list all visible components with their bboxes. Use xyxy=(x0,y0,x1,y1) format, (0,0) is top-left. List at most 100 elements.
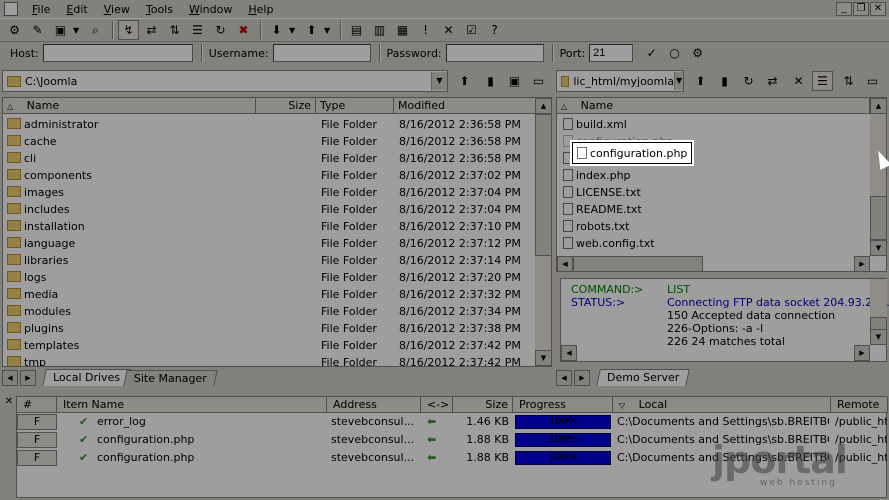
new-connection-icon[interactable]: ▣ xyxy=(50,20,71,40)
sync-icon[interactable]: ⇅ xyxy=(838,71,859,91)
list-item[interactable]: build.xml xyxy=(563,116,627,133)
remote-file-list[interactable]: △ Name build.xml configuration.php index.p… xyxy=(556,97,887,272)
table-row[interactable]: installation File Folder 8/16/2012 2:37:10… xyxy=(7,218,533,235)
list-item[interactable]: index.php xyxy=(563,167,631,184)
host-input[interactable] xyxy=(42,44,193,62)
remote-path-combo[interactable]: lic_html/myjoomla ▼ xyxy=(556,70,684,92)
password-input[interactable] xyxy=(445,44,544,62)
scroll-down-button[interactable]: ▼ xyxy=(535,350,551,366)
disconnect-icon[interactable]: ○ xyxy=(664,43,685,63)
download-icon[interactable]: ⬇ xyxy=(266,20,287,40)
local-path-combo[interactable]: C:\Joomla ▼ xyxy=(2,70,448,92)
up-folder-icon[interactable]: ⬆ xyxy=(690,71,711,91)
sync-icon[interactable]: ⇅ xyxy=(164,20,185,40)
queue-flag[interactable]: F xyxy=(17,450,57,466)
scroll-down-button[interactable]: ▼ xyxy=(870,329,887,345)
list-item[interactable]: README.txt xyxy=(563,201,642,218)
help-icon[interactable]: ? xyxy=(484,20,505,40)
queue-column-local[interactable]: ▽ Local xyxy=(613,397,831,413)
search-icon[interactable]: ⌕ xyxy=(85,20,106,40)
close-icon[interactable]: ✕ xyxy=(788,71,809,91)
hscroll-thumb[interactable] xyxy=(573,256,703,271)
table-row[interactable]: logs File Folder 8/16/2012 2:37:20 PM xyxy=(7,269,533,286)
scroll-up-button[interactable]: ▲ xyxy=(535,98,551,114)
chevron-down-icon[interactable]: ▼ xyxy=(324,26,332,35)
menu-help[interactable]: Help xyxy=(240,3,281,16)
menu-edit[interactable]: Edit xyxy=(58,3,95,16)
log-scrollbar[interactable]: ▼ xyxy=(870,279,887,345)
column-modified[interactable]: Modified xyxy=(394,98,536,114)
table-row[interactable]: components File Folder 8/16/2012 2:37:02 P… xyxy=(7,167,533,184)
settings-icon[interactable]: ⚙ xyxy=(687,43,708,63)
local-scrollbar[interactable]: ▲ ▼ xyxy=(535,98,551,366)
open-folder-icon[interactable]: ▭ xyxy=(528,71,549,91)
tab-demo-server[interactable]: Demo Server xyxy=(596,369,691,386)
delete-icon[interactable]: ▮ xyxy=(480,71,501,91)
table-row[interactable]: images File Folder 8/16/2012 2:37:04 PM xyxy=(7,184,533,201)
tab-scroll-right[interactable]: ▶ xyxy=(20,370,36,386)
table-row[interactable]: media File Folder 8/16/2012 2:37:32 PM xyxy=(7,286,533,303)
scroll-left-button[interactable]: ◀ xyxy=(557,256,573,271)
queue-icon[interactable]: ☰ xyxy=(187,20,208,40)
username-input[interactable] xyxy=(272,44,371,62)
tab-scroll-left[interactable]: ◀ xyxy=(556,370,572,386)
list-item[interactable]: robots.txt xyxy=(563,218,629,235)
queue-column-direction[interactable]: <-> xyxy=(421,397,453,413)
chevron-down-icon[interactable]: ▼ xyxy=(289,26,297,35)
list-item[interactable]: LICENSE.txt xyxy=(563,184,641,201)
column-size[interactable]: Size xyxy=(256,98,316,114)
upload-icon[interactable]: ⬆ xyxy=(301,20,322,40)
scroll-thumb[interactable] xyxy=(870,196,886,240)
scroll-down-button[interactable]: ▼ xyxy=(870,240,886,256)
tab-site-manager[interactable]: Site Manager xyxy=(123,370,218,386)
minimize-button[interactable]: _ xyxy=(836,2,852,16)
scroll-thumb[interactable] xyxy=(535,114,551,256)
column-name[interactable]: △ Name xyxy=(3,98,256,114)
edit-icon[interactable]: ▥ xyxy=(369,20,390,40)
open-folder-icon[interactable]: ▭ xyxy=(862,71,883,91)
properties-icon[interactable]: ☑ xyxy=(461,20,482,40)
scroll-up-button[interactable]: ▲ xyxy=(870,98,886,114)
menu-view[interactable]: View xyxy=(96,3,138,16)
queue-flag[interactable]: F xyxy=(17,414,57,430)
menu-window[interactable]: Window xyxy=(181,3,240,16)
table-row[interactable]: plugins File Folder 8/16/2012 2:37:38 PM xyxy=(7,320,533,337)
table-row[interactable]: administrator File Folder 8/16/2012 2:36:5… xyxy=(7,116,533,133)
queue-column-size[interactable]: Size xyxy=(453,397,513,413)
table-row[interactable]: modules File Folder 8/16/2012 2:37:34 PM xyxy=(7,303,533,320)
scroll-left-button[interactable]: ◀ xyxy=(561,345,577,361)
chevron-down-icon[interactable]: ▼ xyxy=(674,72,683,90)
disconnect-icon[interactable]: ↯ xyxy=(118,20,139,40)
delete-icon[interactable]: ▮ xyxy=(714,71,735,91)
tab-local-drives[interactable]: Local Drives xyxy=(42,369,131,386)
queue-column-number[interactable]: # xyxy=(17,397,57,413)
delete-icon[interactable]: ✕ xyxy=(438,20,459,40)
scroll-right-button[interactable]: ▶ xyxy=(854,345,870,361)
tab-scroll-right[interactable]: ▶ xyxy=(574,370,590,386)
table-row[interactable]: cli File Folder 8/16/2012 2:36:58 PM xyxy=(7,150,533,167)
menu-tools[interactable]: Tools xyxy=(138,3,181,16)
table-row[interactable]: language File Folder 8/16/2012 2:37:12 PM xyxy=(7,235,533,252)
close-window-button[interactable]: ✕ xyxy=(870,2,886,16)
table-row[interactable]: tmp File Folder 8/16/2012 2:37:42 PM xyxy=(7,354,533,366)
remote-scrollbar[interactable]: ▲ ▼ xyxy=(870,98,886,256)
chevron-down-icon[interactable]: ▼ xyxy=(431,72,447,90)
scroll-right-button[interactable]: ▶ xyxy=(854,256,870,271)
queue-column-progress[interactable]: Progress xyxy=(513,397,613,413)
refresh-icon[interactable]: ↻ xyxy=(738,71,759,91)
queue-column-remote[interactable]: Remote xyxy=(831,397,888,413)
port-input[interactable] xyxy=(589,44,634,62)
transfer-icon[interactable]: ⇄ xyxy=(762,71,783,91)
queue-column-item-name[interactable]: Item Name xyxy=(57,397,327,413)
list-view-icon[interactable]: ☰ xyxy=(812,71,833,91)
tab-scroll-left[interactable]: ◀ xyxy=(2,370,18,386)
queue-close-icon[interactable]: ✕ xyxy=(2,396,16,498)
table-row[interactable]: libraries File Folder 8/16/2012 2:37:14 PM xyxy=(7,252,533,269)
new-folder-icon[interactable]: ▦ xyxy=(392,20,413,40)
view-icon[interactable]: ▤ xyxy=(346,20,367,40)
table-row[interactable]: cache File Folder 8/16/2012 2:36:58 PM xyxy=(7,133,533,150)
restore-button[interactable]: ❐ xyxy=(853,2,869,16)
up-folder-icon[interactable]: ⬆ xyxy=(454,71,475,91)
quick-connect-icon[interactable]: ✎ xyxy=(27,20,48,40)
menu-file[interactable]: File xyxy=(24,3,58,16)
